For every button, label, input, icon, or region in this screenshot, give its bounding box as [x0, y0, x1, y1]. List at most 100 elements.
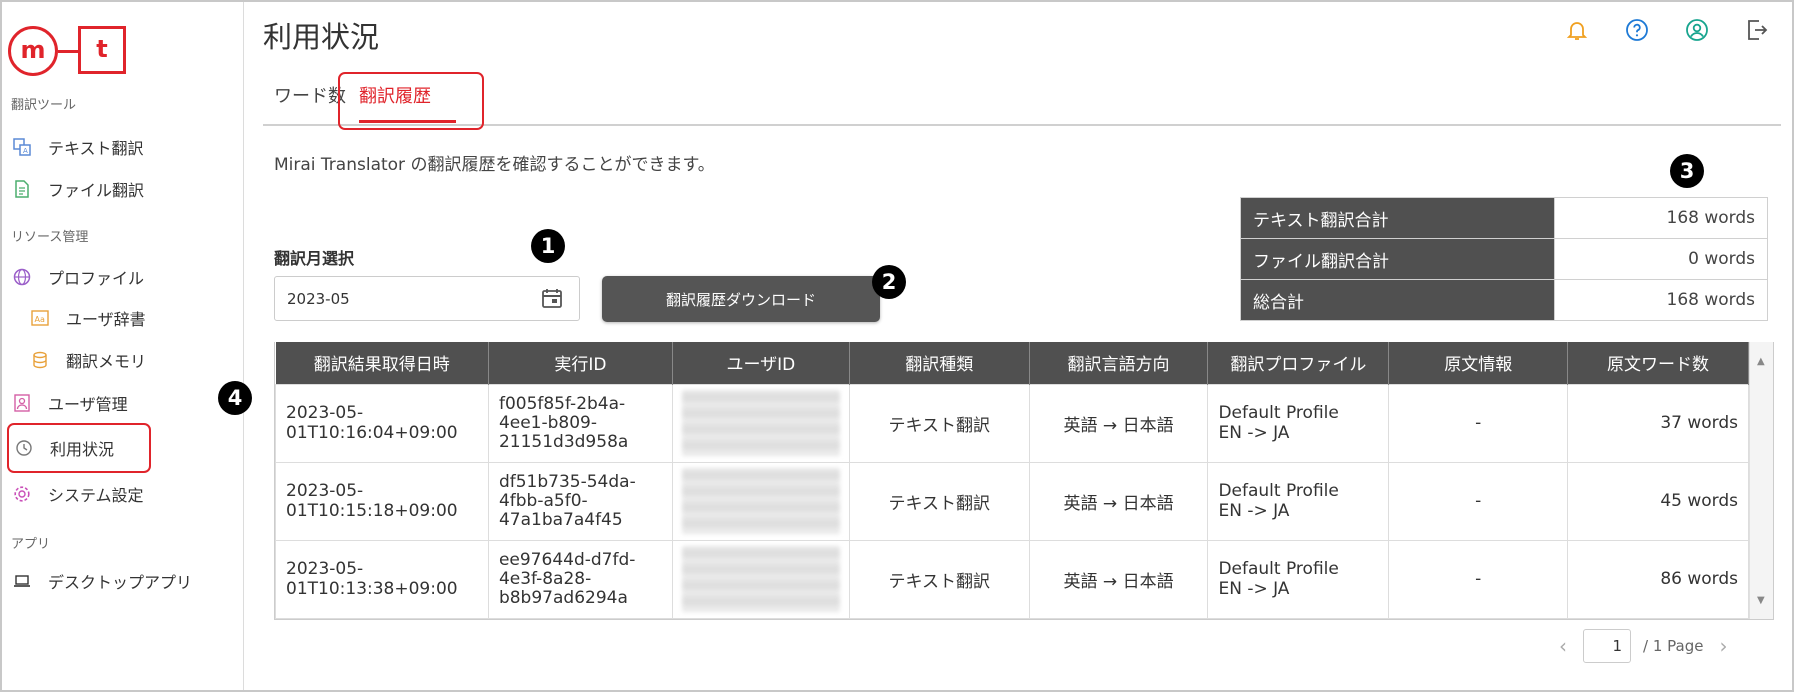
active-tab-indicator: [359, 120, 456, 123]
summary-row: 総合計 168 words: [1240, 279, 1768, 321]
user-management-icon: [12, 393, 32, 413]
app-logo[interactable]: m t: [8, 24, 126, 76]
blurred-user-id: [681, 468, 840, 534]
column-header[interactable]: 翻訳結果取得日時: [275, 342, 489, 384]
table-row[interactable]: 2023-05- 01T10:15:18+09:00 df51b735-54da-…: [275, 461, 1749, 541]
type-cell: テキスト翻訳: [848, 383, 1030, 463]
gear-icon: [12, 484, 32, 504]
datetime-cell: 2023-05- 01T10:15:18+09:00: [275, 461, 489, 541]
sidebar-item-label: ユーザ管理: [48, 395, 128, 414]
history-table: 翻訳結果取得日時 実行ID ユーザID 翻訳種類 翻訳言語方向 翻訳プロファイル…: [275, 342, 1749, 619]
profile-cell: Default Profile EN -> JA: [1207, 383, 1390, 463]
word-count-cell: 37 words: [1567, 383, 1749, 463]
prev-page-icon[interactable]: ‹: [1555, 634, 1571, 658]
page-description: Mirai Translator の翻訳履歴を確認することができます。: [274, 155, 715, 175]
tab-history[interactable]: 翻訳履歴: [359, 82, 431, 108]
summary-row: ファイル翻訳合計 0 words: [1240, 238, 1768, 280]
tab-word-count[interactable]: ワード数: [274, 82, 346, 108]
next-page-icon[interactable]: ›: [1715, 634, 1731, 658]
svg-text:A: A: [23, 147, 28, 155]
laptop-icon: [12, 571, 32, 591]
sidebar-item-label: テキスト翻訳: [48, 139, 144, 158]
column-header[interactable]: 翻訳プロファイル: [1207, 342, 1390, 384]
logo-t: t: [78, 26, 126, 74]
sidebar-item-file-translate[interactable]: ファイル翻訳: [12, 172, 222, 206]
summary-label: 総合計: [1240, 279, 1555, 321]
summary-value: 168 words: [1554, 279, 1768, 321]
top-toolbar: [1565, 18, 1769, 42]
history-icon: [14, 438, 34, 458]
column-header[interactable]: 原文情報: [1388, 342, 1569, 384]
execution-id-cell: f005f85f-2b4a- 4ee1-b809- 21151d3d958a: [487, 383, 673, 463]
type-cell: テキスト翻訳: [848, 539, 1030, 619]
blurred-user-id: [681, 390, 840, 456]
section-label-apps: アプリ: [11, 537, 51, 552]
word-count-cell: 86 words: [1567, 539, 1749, 619]
sidebar-item-label: ユーザ辞書: [66, 310, 146, 329]
sidebar-item-profile[interactable]: プロファイル: [12, 260, 222, 294]
sidebar-item-text-translate[interactable]: A テキスト翻訳: [12, 130, 222, 164]
dictionary-icon: Aa: [30, 308, 50, 328]
sidebar-item-usage[interactable]: 利用状況: [7, 423, 151, 473]
execution-id-cell: ee97644d-d7fd- 4e3f-8a28- b8b97ad6294a: [487, 539, 673, 619]
direction-cell: 英語 → 日本語: [1028, 461, 1209, 541]
sidebar-item-label: 翻訳メモリ: [66, 352, 147, 371]
direction-cell: 英語 → 日本語: [1028, 539, 1209, 619]
bell-icon[interactable]: [1565, 18, 1589, 42]
sidebar-item-label: 利用状況: [50, 440, 115, 459]
execution-id-cell: df51b735-54da- 4fbb-a5f0- 47a1ba7a4f45: [487, 461, 673, 541]
summary-value: 0 words: [1554, 238, 1768, 280]
tab-bar: ワード数 翻訳履歴: [263, 72, 1781, 130]
database-icon: [30, 350, 50, 370]
scroll-down-icon[interactable]: ▼: [1757, 595, 1765, 606]
sidebar-item-user-management[interactable]: ユーザ管理: [12, 386, 222, 420]
summary-label: ファイル翻訳合計: [1240, 238, 1555, 280]
user-id-cell: [671, 461, 850, 541]
table-vertical-scrollbar[interactable]: ▲ ▼: [1749, 342, 1773, 619]
annotation-marker-1: 1: [531, 229, 565, 263]
summary-row: テキスト翻訳合計 168 words: [1240, 197, 1768, 239]
column-header[interactable]: 翻訳種類: [849, 342, 1030, 384]
user-id-cell: [671, 383, 850, 463]
sidebar-item-label: プロファイル: [48, 269, 145, 288]
source-info-cell: -: [1388, 383, 1569, 463]
annotation-marker-4: 4: [218, 381, 252, 415]
month-select-input[interactable]: [274, 276, 580, 321]
datetime-cell: 2023-05- 01T10:13:38+09:00: [275, 539, 489, 619]
sidebar-item-user-dictionary[interactable]: Aa ユーザ辞書: [30, 301, 240, 335]
column-header[interactable]: 原文ワード数: [1567, 342, 1749, 384]
month-select-label: 翻訳月選択: [274, 249, 355, 268]
sidebar-item-label: ファイル翻訳: [48, 181, 145, 200]
column-header[interactable]: 実行ID: [488, 342, 673, 384]
logo-connector: [58, 50, 78, 53]
user-id-cell: [671, 539, 850, 619]
datetime-cell: 2023-05- 01T10:16:04+09:00: [275, 383, 489, 463]
table-row[interactable]: 2023-05- 01T10:13:38+09:00 ee97644d-d7fd-…: [275, 539, 1749, 619]
summary-value: 168 words: [1554, 197, 1768, 239]
download-history-button[interactable]: 翻訳履歴ダウンロード: [602, 276, 880, 322]
annotation-marker-3: 3: [1670, 154, 1704, 188]
globe-icon: [12, 267, 32, 287]
logout-icon[interactable]: [1745, 18, 1769, 42]
text-translate-icon: A: [12, 137, 32, 157]
type-cell: テキスト翻訳: [848, 461, 1030, 541]
sidebar-item-desktop-app[interactable]: デスクトップアプリ: [12, 564, 222, 598]
page-number-input[interactable]: [1583, 629, 1631, 663]
scroll-up-icon[interactable]: ▲: [1757, 356, 1765, 367]
svg-text:Aa: Aa: [35, 315, 45, 324]
profile-cell: Default Profile EN -> JA: [1207, 461, 1390, 541]
calendar-icon[interactable]: [541, 287, 563, 309]
sidebar-item-label: デスクトップアプリ: [48, 573, 193, 592]
history-table-container: 翻訳結果取得日時 実行ID ユーザID 翻訳種類 翻訳言語方向 翻訳プロファイル…: [274, 342, 1774, 620]
table-row[interactable]: 2023-05- 01T10:16:04+09:00 f005f85f-2b4a-…: [275, 383, 1749, 463]
word-count-cell: 45 words: [1567, 461, 1749, 541]
column-header[interactable]: ユーザID: [672, 342, 850, 384]
source-info-cell: -: [1388, 461, 1569, 541]
account-icon[interactable]: [1685, 18, 1709, 42]
help-icon[interactable]: [1625, 18, 1649, 42]
column-header[interactable]: 翻訳言語方向: [1029, 342, 1209, 384]
sidebar-item-system-settings[interactable]: システム設定: [12, 477, 222, 511]
sidebar: m t 翻訳ツール A テキスト翻訳 ファイル翻訳 リソース管理 プロファイル …: [2, 2, 244, 690]
sidebar-item-translation-memory[interactable]: 翻訳メモリ: [30, 343, 240, 377]
pagination: ‹ / 1 Page ›: [1555, 629, 1731, 663]
